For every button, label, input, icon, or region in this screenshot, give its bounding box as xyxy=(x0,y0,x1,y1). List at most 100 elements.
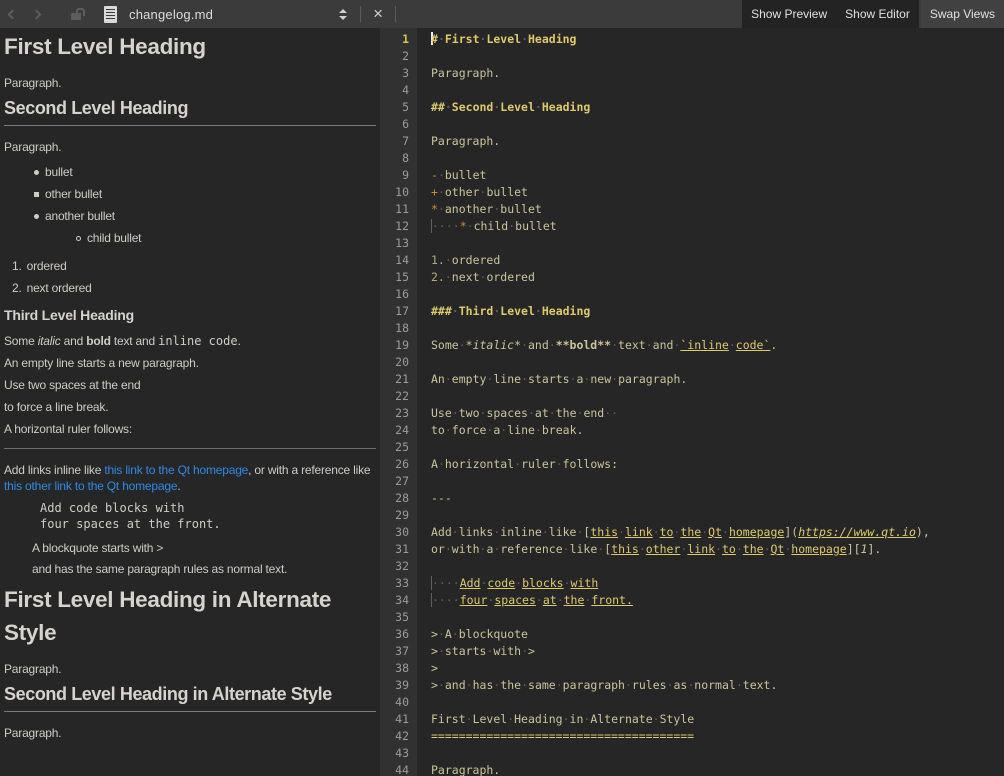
back-button[interactable] xyxy=(0,2,24,26)
editor-line[interactable] xyxy=(431,354,1004,371)
editor-line[interactable]: ····four·spaces·at·the·front. xyxy=(431,592,1004,609)
close-file-button[interactable]: × xyxy=(366,2,390,26)
editor-line[interactable]: or·with·a·reference·like·[this·other·lin… xyxy=(431,541,1004,558)
editor-line[interactable]: Paragraph. xyxy=(431,762,1004,776)
preview-link[interactable]: this link to the Qt homepage xyxy=(104,463,248,477)
editor-line[interactable]: >·starts·with·> xyxy=(431,643,1004,660)
preview-bullet-list: bulletother bulletanother bulletchild bu… xyxy=(4,161,376,249)
show-editor-button[interactable]: Show Editor xyxy=(836,0,919,28)
editor-text-area[interactable]: #·First·Level·Heading Paragraph. ##·Second… xyxy=(417,28,1004,776)
line-number: 15 xyxy=(380,269,417,286)
whitespace-dots: · xyxy=(515,575,522,592)
syntax-run: ·A·blockquote xyxy=(438,627,528,641)
editor-line[interactable]: A·horizontal·ruler·follows: xyxy=(431,456,1004,473)
list-item-number: 1. xyxy=(12,259,22,273)
editor-line[interactable] xyxy=(431,48,1004,65)
whitespace-dots: · xyxy=(445,252,452,269)
editor-line[interactable] xyxy=(431,609,1004,626)
line-number: 14 xyxy=(380,252,417,269)
editor-line[interactable] xyxy=(431,694,1004,711)
editor-line[interactable] xyxy=(431,82,1004,99)
syntax-run: Paragraph. xyxy=(431,763,500,776)
preview-list-item: 2.next ordered xyxy=(4,277,376,299)
whitespace-dots: · xyxy=(521,31,528,48)
syntax-run: four·spaces·at·the·front. xyxy=(460,593,633,607)
whitespace-dots: · xyxy=(445,371,452,388)
editor-line[interactable] xyxy=(431,116,1004,133)
editor-line[interactable]: #·First·Level·Heading xyxy=(431,31,1004,48)
list-item-number: 2. xyxy=(12,281,22,295)
unlock-icon xyxy=(71,13,81,20)
line-number-gutter: 1234567891011121314151617181920212223242… xyxy=(380,28,417,776)
show-preview-button[interactable]: Show Preview xyxy=(742,0,836,28)
whitespace-dots: · xyxy=(701,524,708,541)
preview-text-run: . xyxy=(177,479,180,493)
swap-views-button[interactable]: Swap Views xyxy=(921,0,1004,28)
whitespace-dots: · xyxy=(521,337,528,354)
editor-line[interactable]: ###·Third·Level·Heading xyxy=(431,303,1004,320)
line-number: 36 xyxy=(380,626,417,643)
syntax-run: ][ xyxy=(847,542,861,556)
line-number: 41 xyxy=(380,711,417,728)
editor-line[interactable]: ····*·child·bullet xyxy=(431,218,1004,235)
editor-line[interactable]: -·bullet xyxy=(431,167,1004,184)
readonly-indicator[interactable] xyxy=(64,2,88,26)
file-selector-button[interactable] xyxy=(331,2,355,26)
editor-line[interactable]: >·A·blockquote xyxy=(431,626,1004,643)
editor-line[interactable] xyxy=(431,473,1004,490)
editor-line[interactable]: ====================================== xyxy=(431,728,1004,745)
preview-paragraph: Paragraph. xyxy=(4,725,376,741)
forward-button[interactable] xyxy=(24,2,48,26)
editor-line[interactable] xyxy=(431,439,1004,456)
editor-line[interactable]: Use·two·spaces·at·the·end·· xyxy=(431,405,1004,422)
editor-line[interactable] xyxy=(431,745,1004,762)
editor-line[interactable]: Some·*italic*·and·**bold**·text·and·`inl… xyxy=(431,337,1004,354)
editor-line[interactable]: --- xyxy=(431,490,1004,507)
editor-line[interactable]: Paragraph. xyxy=(431,65,1004,82)
editor-line[interactable]: ##·Second·Level·Heading xyxy=(431,99,1004,116)
line-number: 26 xyxy=(380,456,417,473)
editor-line[interactable]: 2.·next·ordered xyxy=(431,269,1004,286)
editor-line[interactable]: 1.·ordered xyxy=(431,252,1004,269)
editor-line[interactable] xyxy=(431,558,1004,575)
line-number: 18 xyxy=(380,320,417,337)
editor-line[interactable]: > xyxy=(431,660,1004,677)
editor-line[interactable]: An·empty·line·starts·a·new·paragraph. xyxy=(431,371,1004,388)
editor-line[interactable] xyxy=(431,507,1004,524)
whitespace-dots: · xyxy=(625,677,632,694)
editor-line[interactable]: +·other·bullet xyxy=(431,184,1004,201)
line-number: 33 xyxy=(380,575,417,592)
toolbar-separator xyxy=(395,6,396,22)
editor-line[interactable]: ····Add·code·blocks·with xyxy=(431,575,1004,592)
line-number: 11 xyxy=(380,201,417,218)
syntax-run: ====================================== xyxy=(431,729,694,743)
editor-line[interactable] xyxy=(431,388,1004,405)
markdown-preview-pane[interactable]: First Level HeadingParagraph.Second Leve… xyxy=(0,28,380,776)
preview-link[interactable]: this other link to the Qt homepage xyxy=(4,479,177,493)
editor-line[interactable] xyxy=(431,286,1004,303)
whitespace-dots: · xyxy=(514,456,521,473)
editor-line[interactable]: *·another·bullet xyxy=(431,201,1004,218)
preview-text-run: bold xyxy=(86,334,111,348)
editor-line[interactable]: >·and·has·the·same·paragraph·rules·as·no… xyxy=(431,677,1004,694)
whitespace-dots: · xyxy=(611,371,618,388)
whitespace-dots: · xyxy=(535,303,542,320)
whitespace-dots: · xyxy=(438,677,445,694)
editor-line[interactable] xyxy=(431,320,1004,337)
editor-line[interactable]: First·Level·Heading·in·Alternate·Style xyxy=(431,711,1004,728)
markdown-source-editor[interactable]: 1234567891011121314151617181920212223242… xyxy=(380,28,1004,776)
editor-line[interactable]: Add·links·inline·like·[this·link·to·the·… xyxy=(431,524,1004,541)
editor-line[interactable]: Paragraph. xyxy=(431,133,1004,150)
preview-paragraph: An empty line starts a new paragraph. xyxy=(4,355,376,371)
preview-list-item: 1.ordered xyxy=(4,255,376,277)
disc-bullet-icon xyxy=(34,214,39,219)
editor-line[interactable] xyxy=(431,150,1004,167)
blockquote-line: and has the same paragraph rules as norm… xyxy=(32,561,376,577)
editor-line[interactable] xyxy=(431,235,1004,252)
line-number: 12 xyxy=(380,218,417,235)
whitespace-dots: · xyxy=(438,643,445,660)
syntax-run: > xyxy=(431,678,438,692)
editor-line[interactable]: to·force·a·line·break. xyxy=(431,422,1004,439)
whitespace-dots: · xyxy=(611,337,618,354)
whitespace-dots: · xyxy=(452,405,459,422)
